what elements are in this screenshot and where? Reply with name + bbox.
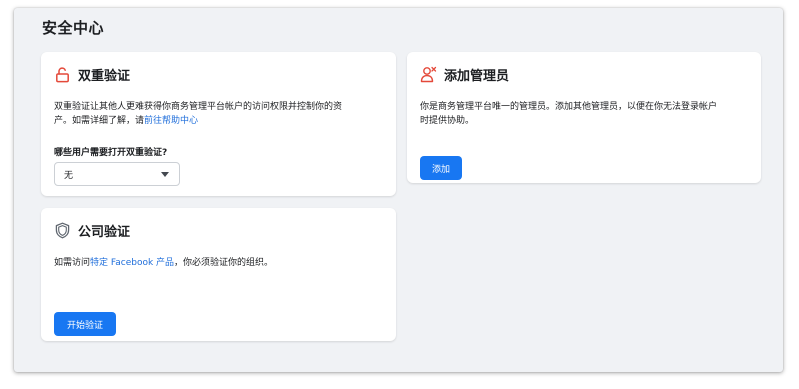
two-factor-title: 双重验证 [78,69,131,84]
page-title: 安全中心 [42,19,105,37]
two-factor-card: 双重验证 双重验证让其他人更难获得你商务管理平台帐户的访问权限并控制你的资 产。… [41,52,396,196]
start-verification-button[interactable]: 开始验证 [54,312,116,336]
company-verification-header: 公司验证 [54,221,130,240]
two-factor-requirement-select[interactable]: 无 [54,162,180,186]
two-factor-description-prefix: 产。如需详细了解，请 [54,116,145,126]
company-description-suffix: ，你必须验证你的组织。 [174,258,274,268]
two-factor-description-line1: 双重验证让其他人更难获得你商务管理平台帐户的访问权限并控制你的资 [54,102,343,112]
two-factor-select-value: 无 [64,170,74,181]
company-verification-card: 公司验证 如需访问特定 Facebook 产品，你必须验证你的组织。 开始验证 [41,208,396,341]
add-admin-description-line2: 时提供协助。 [420,116,475,126]
add-admin-description: 你是商务管理平台唯一的管理员。添加其他管理员，以便在你无法登录帐户 时提供协助。 [420,100,717,128]
security-center-panel: 安全中心 双重验证 双重验证让其他人更难获得你商务管理平台帐户的访问权限并控制你… [14,8,783,372]
company-verification-title: 公司验证 [78,225,131,240]
add-admin-card: 添加管理员 你是商务管理平台唯一的管理员。添加其他管理员，以便在你无法登录帐户 … [407,52,761,183]
add-admin-description-line1: 你是商务管理平台唯一的管理员。添加其他管理员，以便在你无法登录帐户 [420,102,718,112]
add-admin-header: 添加管理员 [420,65,509,84]
help-center-link[interactable]: 前往帮助中心 [144,116,198,126]
caret-down-icon [161,171,169,177]
company-verification-description: 如需访问特定 Facebook 产品，你必须验证你的组织。 [54,256,273,270]
two-factor-header: 双重验证 [54,65,130,84]
add-admin-title: 添加管理员 [444,69,510,84]
add-admin-button[interactable]: 添加 [420,156,462,180]
shield-icon [54,222,71,239]
unlock-icon [54,66,71,83]
company-description-prefix: 如需访问 [54,258,91,268]
two-factor-description: 双重验证让其他人更难获得你商务管理平台帐户的访问权限并控制你的资 产。如需详细了… [54,100,342,128]
facebook-products-link[interactable]: 特定 Facebook 产品 [90,258,174,268]
person-remove-icon [420,66,437,83]
two-factor-question: 哪些用户需要打开双重验证? [54,148,168,158]
two-factor-description-line2: 产。如需详细了解，请前往帮助中心 [54,114,342,128]
